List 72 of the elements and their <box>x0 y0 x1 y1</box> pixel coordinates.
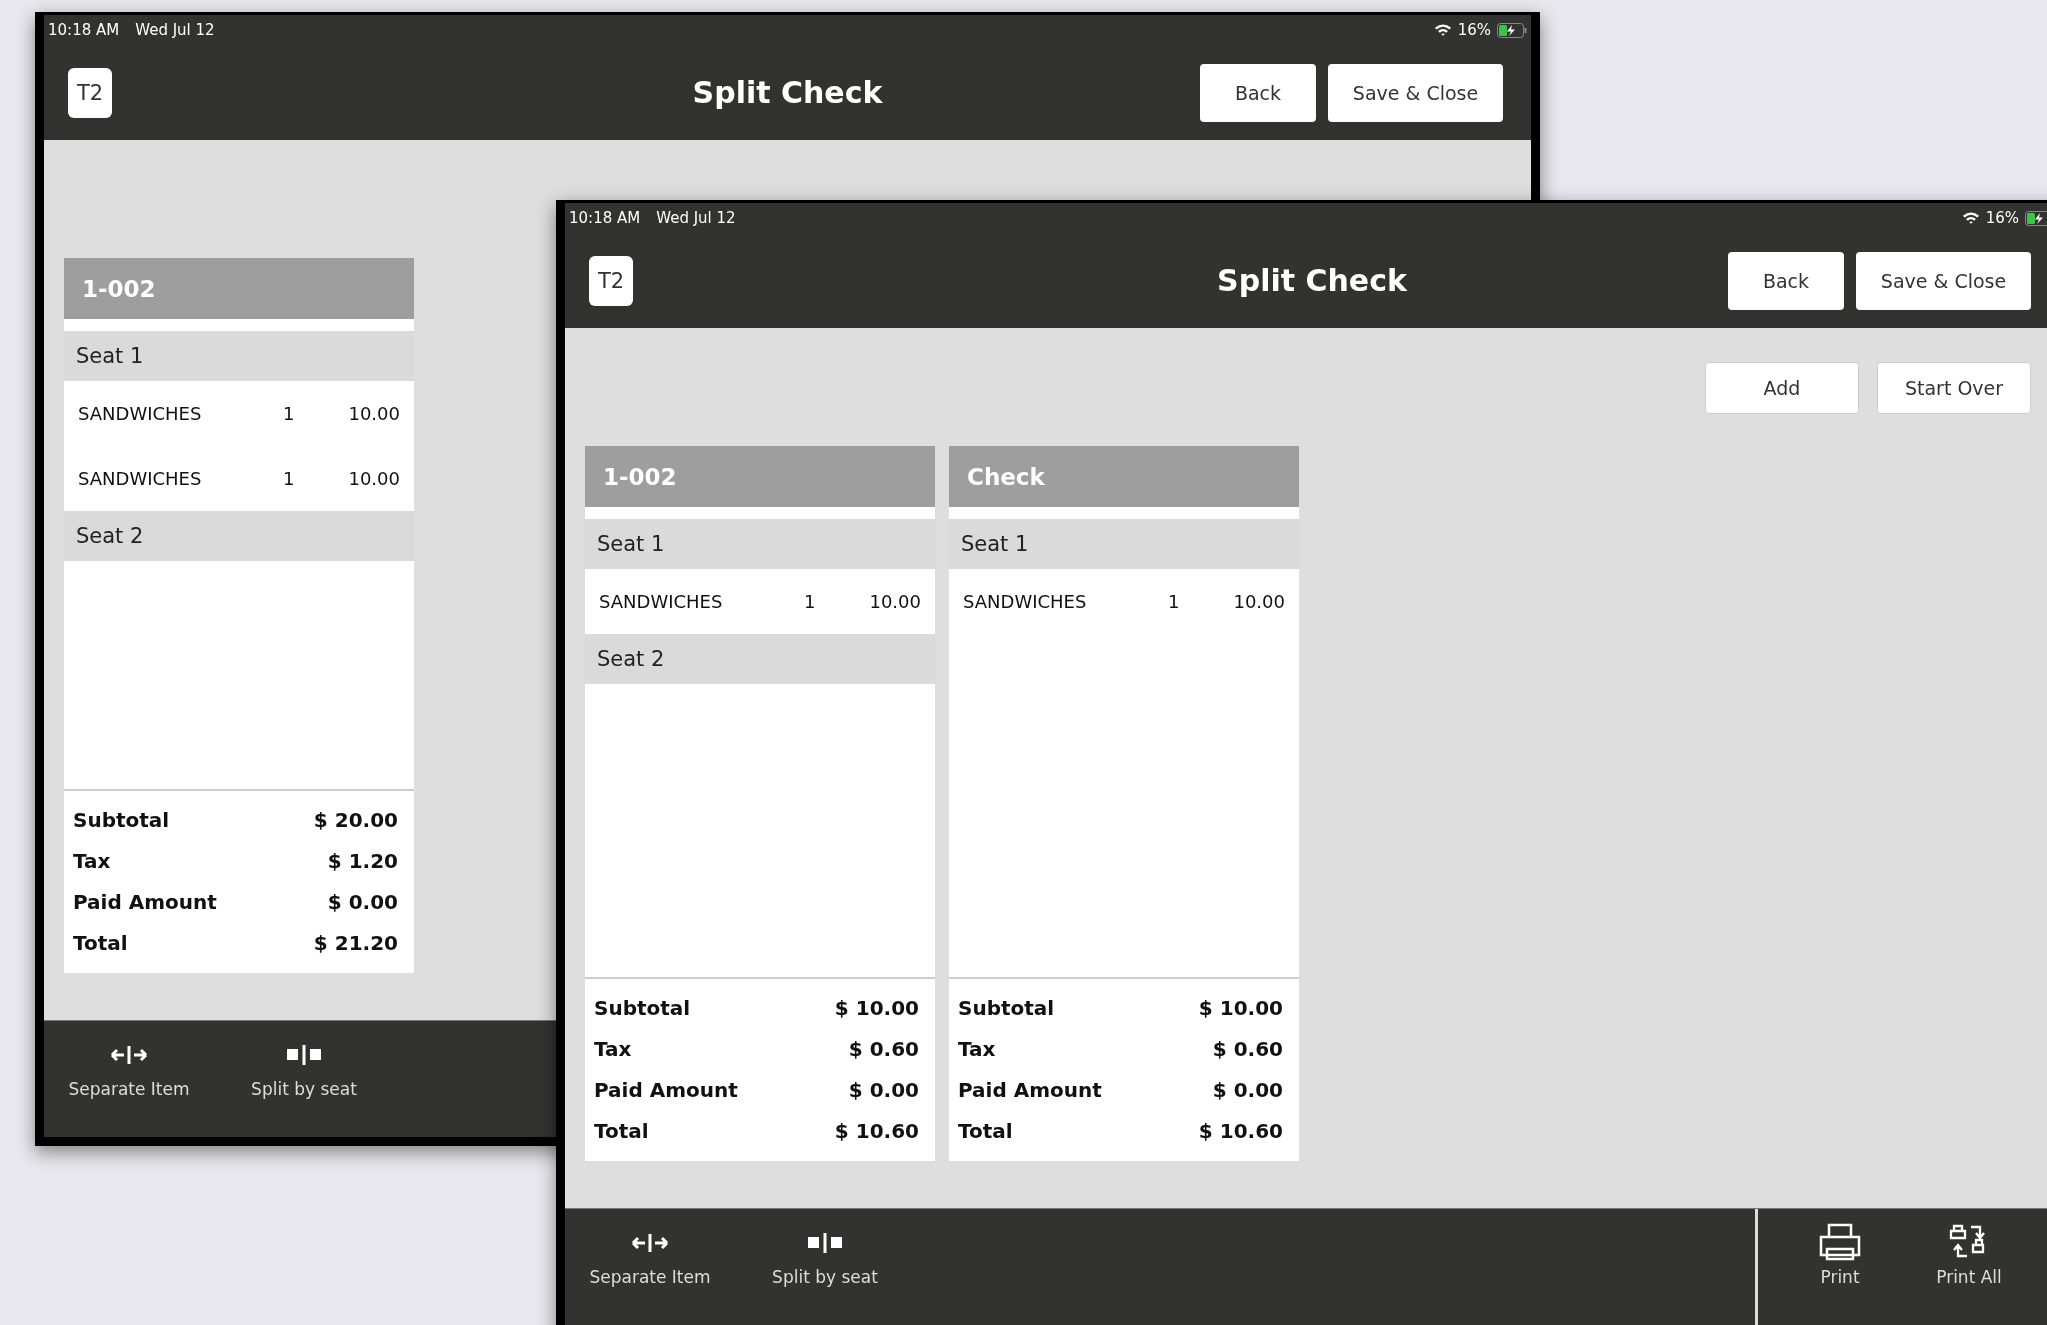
toolbar-button[interactable]: Separate Item <box>44 1021 214 1137</box>
item-name[interactable]: SANDWICHES <box>78 468 283 489</box>
seat-header[interactable]: Seat 1 <box>949 519 1299 569</box>
toolbar-button[interactable]: Separate Item <box>565 1209 735 1325</box>
summary-label: Subtotal <box>958 995 1055 1020</box>
summary-value: $ 10.60 <box>834 1118 919 1143</box>
summary-value: $ 0.00 <box>1212 1077 1283 1102</box>
status-date: Wed Jul 12 <box>656 209 736 227</box>
status-time: 10:18 AM <box>569 209 641 227</box>
summary-value: $ 0.00 <box>848 1077 919 1102</box>
summary-value: $ 10.60 <box>1198 1118 1283 1143</box>
summary-value: $ 21.20 <box>313 930 398 955</box>
summary-value: $ 0.60 <box>848 1036 919 1061</box>
action-button[interactable]: Start Over <box>1877 362 2031 414</box>
split-arrows-icon <box>630 1231 670 1255</box>
item-quantity: 1 <box>804 591 817 612</box>
summary-label: Paid Amount <box>594 1077 738 1102</box>
item-name[interactable]: SANDWICHES <box>599 591 804 612</box>
summary-value: $ 0.60 <box>1212 1036 1283 1061</box>
summary-label: Paid Amount <box>958 1077 1102 1102</box>
battery-icon <box>1497 22 1527 38</box>
seat-header[interactable]: Seat 1 <box>585 519 935 569</box>
wifi-icon <box>1433 23 1452 37</box>
split-arrows-icon <box>109 1043 149 1067</box>
seat-header[interactable]: Seat 2 <box>585 634 935 684</box>
item-price: 10.00 <box>348 468 400 489</box>
split-squares-icon <box>805 1231 845 1255</box>
item-quantity: 1 <box>283 403 296 424</box>
wifi-icon <box>1961 211 1980 225</box>
item-name[interactable]: SANDWICHES <box>963 591 1168 612</box>
toolbar-button[interactable]: Print All <box>1907 1209 2031 1325</box>
summary-label: Total <box>958 1118 1013 1143</box>
header-button[interactable]: Save & Close <box>1328 63 1503 122</box>
summary-label: Subtotal <box>594 995 691 1020</box>
toolbar-button[interactable]: Print <box>1778 1209 1902 1325</box>
item-quantity: 1 <box>283 468 296 489</box>
battery-percent: 16% <box>1457 21 1491 39</box>
item-name[interactable]: SANDWICHES <box>78 403 283 424</box>
summary-label: Tax <box>958 1036 996 1061</box>
screen-title: Split Check <box>1217 263 1407 298</box>
summary-label: Tax <box>594 1036 632 1061</box>
summary-label: Total <box>73 930 128 955</box>
table-badge: T2 <box>68 67 112 118</box>
status-date: Wed Jul 12 <box>135 21 215 39</box>
summary-label: Subtotal <box>73 807 170 832</box>
summary-value: $ 10.00 <box>834 995 919 1020</box>
header-button[interactable]: Back <box>1728 251 1844 310</box>
summary-value: $ 1.20 <box>327 848 398 873</box>
item-price: 10.00 <box>348 403 400 424</box>
split-squares-icon <box>284 1043 324 1067</box>
screen-title: Split Check <box>692 75 883 110</box>
battery-icon <box>2025 210 2047 226</box>
item-quantity: 1 <box>1168 591 1181 612</box>
item-price: 10.00 <box>869 591 921 612</box>
seat-header[interactable]: Seat 1 <box>64 331 414 381</box>
toolbar-button[interactable]: Split by seat <box>219 1021 389 1137</box>
seat-header[interactable]: Seat 2 <box>64 511 414 561</box>
toolbar-button[interactable]: Split by seat <box>740 1209 910 1325</box>
summary-value: $ 0.00 <box>327 889 398 914</box>
status-time: 10:18 AM <box>48 21 120 39</box>
summary-value: $ 10.00 <box>1198 995 1283 1020</box>
item-price: 10.00 <box>1233 591 1285 612</box>
summary-label: Paid Amount <box>73 889 217 914</box>
header-button[interactable]: Save & Close <box>1856 251 2031 310</box>
summary-value: $ 20.00 <box>313 807 398 832</box>
action-button[interactable]: Add <box>1705 362 1859 414</box>
summary-label: Tax <box>73 848 111 873</box>
table-badge: T2 <box>589 255 633 306</box>
header-button[interactable]: Back <box>1200 63 1316 122</box>
printer-icon <box>1818 1223 1862 1261</box>
summary-label: Total <box>594 1118 649 1143</box>
battery-percent: 16% <box>1985 209 2019 227</box>
